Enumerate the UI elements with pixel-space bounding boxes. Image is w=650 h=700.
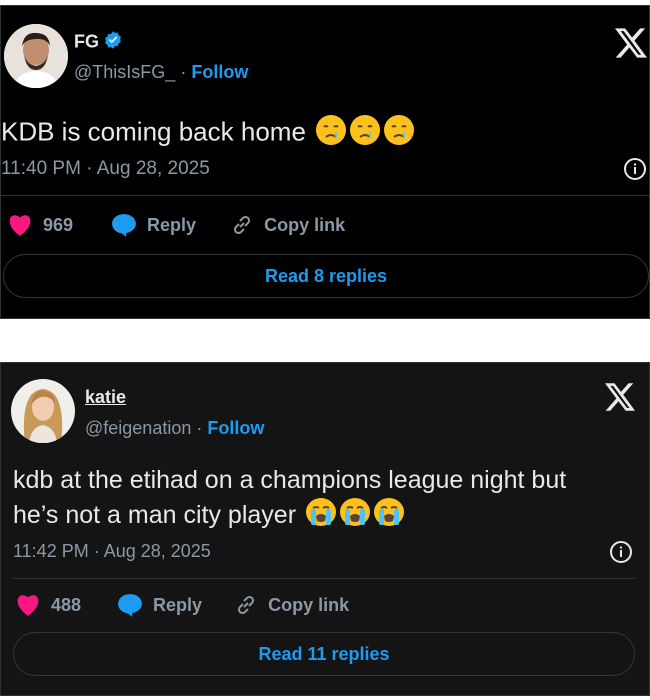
read-replies-label: Read 11 replies — [258, 643, 390, 664]
user-handle[interactable]: @feigenation — [85, 418, 191, 438]
tweet-text-line-1: kdb at the etihad on a champions league … — [13, 466, 567, 494]
crying-face-icon — [349, 114, 381, 153]
handle-line: @feigenation · Follow — [85, 418, 264, 439]
divider — [1, 195, 649, 196]
x-logo-icon[interactable] — [605, 383, 635, 416]
like-count: 488 — [51, 594, 82, 615]
reply-label: Reply — [153, 594, 203, 615]
tweet-card-1: FG @ThisIsFG_ · Follow KDB is coming bac… — [0, 5, 650, 319]
user-handle[interactable]: @ThisIsFG_ — [74, 62, 175, 82]
follow-link[interactable]: Follow — [191, 62, 248, 82]
follow-link[interactable]: Follow — [207, 418, 264, 438]
timestamp[interactable]: 11:40 PM · Aug 28, 2025 — [1, 158, 210, 180]
crying-face-icon — [315, 114, 347, 153]
handle-line: @ThisIsFG_ · Follow — [74, 62, 248, 83]
copy-link-button[interactable]: Copy link — [230, 213, 345, 237]
link-icon — [238, 595, 255, 615]
reply-bubble-icon — [112, 214, 136, 237]
like-button[interactable]: 488 — [15, 593, 81, 617]
reply-button[interactable]: Reply — [111, 213, 196, 237]
copy-link-label: Copy link — [264, 214, 346, 235]
info-icon[interactable] — [623, 157, 647, 186]
tweet-card-2: katie @feigenation · Follow kdb at the e… — [0, 362, 650, 696]
link-icon — [234, 215, 251, 235]
action-bar: 969 Reply Copy link — [7, 213, 345, 237]
separator: · — [180, 62, 187, 82]
tweet-text-line-2: he’s not a man city player — [13, 497, 566, 536]
x-logo-icon[interactable] — [615, 28, 647, 63]
info-icon[interactable] — [609, 540, 633, 569]
heart-icon — [17, 595, 39, 616]
reply-bubble-icon — [118, 594, 142, 617]
loudly-crying-face-icon — [373, 497, 405, 536]
loudly-crying-face-icon — [339, 497, 371, 536]
loudly-crying-face-icon — [305, 497, 337, 536]
verified-badge-icon — [103, 30, 123, 55]
read-replies-label: Read 8 replies — [264, 265, 388, 286]
timestamp[interactable]: 11:42 PM · Aug 28, 2025 — [13, 541, 211, 562]
read-replies-button[interactable]: Read 8 replies — [3, 254, 649, 298]
avatar[interactable] — [11, 379, 75, 443]
crying-face-icon — [383, 114, 415, 153]
heart-icon — [9, 215, 31, 236]
avatar[interactable] — [4, 24, 68, 88]
display-name[interactable]: FG — [74, 30, 123, 55]
read-replies-button[interactable]: Read 11 replies — [13, 632, 635, 676]
divider — [13, 578, 635, 579]
tweet-text: kdb at the etihad on a champions league … — [13, 463, 566, 536]
like-button[interactable]: 969 — [7, 213, 73, 237]
action-bar: 488 Reply Copy link — [15, 593, 349, 617]
reply-button[interactable]: Reply — [117, 593, 202, 617]
tweet-text: KDB is coming back home — [1, 114, 415, 153]
display-name[interactable]: katie — [85, 387, 126, 408]
like-count: 969 — [43, 214, 74, 235]
reply-label: Reply — [147, 214, 197, 235]
copy-link-label: Copy link — [268, 594, 350, 615]
copy-link-button[interactable]: Copy link — [234, 593, 349, 617]
separator: · — [196, 418, 203, 438]
